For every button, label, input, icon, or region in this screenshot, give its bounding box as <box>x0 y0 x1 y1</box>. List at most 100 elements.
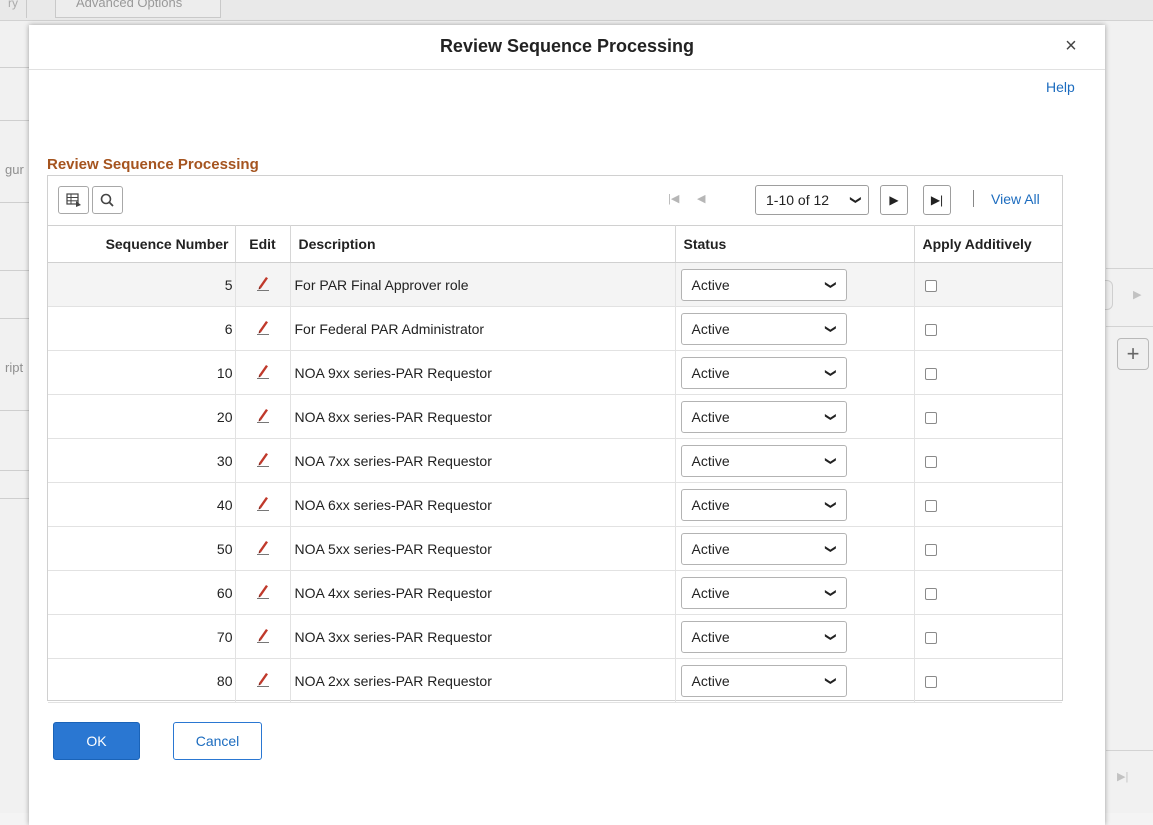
help-link[interactable]: Help <box>1046 79 1075 95</box>
pager-divider <box>973 190 974 207</box>
sequence-number-cell: 10 <box>48 350 236 395</box>
status-cell: Active ❯ <box>675 658 915 703</box>
status-select[interactable]: Active ❯ <box>680 268 847 301</box>
view-all-link[interactable]: View All <box>991 191 1040 207</box>
edit-cell <box>235 482 291 527</box>
sequence-number-cell: 70 <box>48 614 236 659</box>
edit-pencil-icon[interactable] <box>254 406 272 424</box>
sequence-number-cell: 5 <box>48 262 236 307</box>
edit-pencil-icon[interactable] <box>254 494 272 512</box>
chevron-down-icon: ❯ <box>824 631 837 642</box>
description-cell: NOA 5xx series-PAR Requestor <box>290 526 676 571</box>
status-value: Active <box>691 452 730 469</box>
first-page-icon[interactable]: |◀ <box>668 192 679 205</box>
table-body: 5 For PAR Final Approver role Active ❯ 6 For … <box>48 262 1062 703</box>
status-value: Active <box>691 320 730 337</box>
search-icon <box>100 193 114 207</box>
apply-additively-checkbox[interactable] <box>924 323 937 336</box>
apply-additively-checkbox[interactable] <box>924 279 937 292</box>
description-cell: NOA 2xx series-PAR Requestor <box>290 658 676 703</box>
apply-additively-checkbox[interactable] <box>924 675 937 688</box>
row-range-select[interactable]: 1-10 of 12 ❯ <box>755 185 869 215</box>
column-header-description[interactable]: Description <box>290 225 676 263</box>
status-select[interactable]: Active ❯ <box>680 356 847 389</box>
background-divider <box>1106 268 1153 269</box>
status-select[interactable]: Active ❯ <box>680 444 847 477</box>
status-select[interactable]: Active ❯ <box>680 400 847 433</box>
table-row: 20 NOA 8xx series-PAR Requestor Active ❯ <box>48 394 1062 439</box>
last-page-button[interactable]: ▶| <box>923 185 951 215</box>
status-value: Active <box>691 408 730 425</box>
edit-pencil-icon[interactable] <box>254 538 272 556</box>
status-cell: Active ❯ <box>675 394 915 439</box>
last-page-icon: ▶| <box>930 193 944 207</box>
modal-title: Review Sequence Processing <box>439 36 695 56</box>
status-cell: Active ❯ <box>675 306 915 351</box>
table-row: 40 NOA 6xx series-PAR Requestor Active ❯ <box>48 482 1062 527</box>
close-icon[interactable]: × <box>1061 35 1081 57</box>
background-divider <box>0 410 30 411</box>
chevron-down-icon: ❯ <box>824 499 837 510</box>
background-divider <box>0 498 30 499</box>
chevron-down-icon: ❯ <box>824 411 837 422</box>
status-value: Active <box>691 540 730 557</box>
column-header-edit: Edit <box>235 225 291 263</box>
apply-additively-checkbox[interactable] <box>924 411 937 424</box>
sequence-number-cell: 80 <box>48 658 236 703</box>
table-row: 10 NOA 9xx series-PAR Requestor Active ❯ <box>48 350 1062 395</box>
background-add-icon: + <box>1117 338 1149 370</box>
ok-button[interactable]: OK <box>53 722 140 760</box>
next-page-button[interactable]: ▶ <box>880 185 908 215</box>
column-header-apply-additively[interactable]: Apply Additively <box>914 225 1062 263</box>
find-button[interactable] <box>92 186 123 214</box>
apply-additively-cell <box>914 614 1062 659</box>
edit-pencil-icon[interactable] <box>254 274 272 292</box>
description-cell: NOA 4xx series-PAR Requestor <box>290 570 676 615</box>
edit-pencil-icon[interactable] <box>254 626 272 644</box>
apply-additively-checkbox[interactable] <box>924 631 937 644</box>
background-next-icon: ▶ <box>1133 289 1142 301</box>
status-cell: Active ❯ <box>675 526 915 571</box>
sequence-number-cell: 30 <box>48 438 236 483</box>
apply-additively-cell <box>914 438 1062 483</box>
column-header-status[interactable]: Status <box>675 225 915 263</box>
edit-pencil-icon[interactable] <box>254 362 272 380</box>
status-select[interactable]: Active ❯ <box>680 532 847 565</box>
column-header-sequence-number[interactable]: Sequence Number <box>48 225 236 263</box>
edit-pencil-icon[interactable] <box>254 450 272 468</box>
apply-additively-cell <box>914 394 1062 439</box>
background-divider <box>0 120 30 121</box>
apply-additively-checkbox[interactable] <box>924 367 937 380</box>
table-row: 80 NOA 2xx series-PAR Requestor Active ❯ <box>48 658 1062 703</box>
table-row: 70 NOA 3xx series-PAR Requestor Active ❯ <box>48 614 1062 659</box>
personalize-grid-icon <box>66 193 81 207</box>
status-cell: Active ❯ <box>675 262 915 307</box>
background-tab-bar: ry Advanced Options <box>0 0 1153 21</box>
apply-additively-checkbox[interactable] <box>924 587 937 600</box>
previous-page-icon[interactable]: ◀ <box>697 192 705 205</box>
background-last-icon: ▶| <box>1117 771 1129 783</box>
status-select[interactable]: Active ❯ <box>680 488 847 521</box>
edit-pencil-icon[interactable] <box>254 318 272 336</box>
edit-pencil-icon[interactable] <box>254 582 272 600</box>
edit-pencil-icon[interactable] <box>254 670 272 688</box>
status-select[interactable]: Active ❯ <box>680 312 847 345</box>
status-select[interactable]: Active ❯ <box>680 576 847 609</box>
background-tab-advanced-options: Advanced Options <box>55 0 221 18</box>
background-tab-stub: ry <box>8 0 27 18</box>
status-select[interactable]: Active ❯ <box>680 620 847 653</box>
apply-additively-checkbox[interactable] <box>924 543 937 556</box>
cancel-button[interactable]: Cancel <box>173 722 262 760</box>
edit-cell <box>235 526 291 571</box>
apply-additively-checkbox[interactable] <box>924 499 937 512</box>
row-range-value: 1-10 of 12 <box>766 192 830 208</box>
table-row: 60 NOA 4xx series-PAR Requestor Active ❯ <box>48 570 1062 615</box>
description-cell: For Federal PAR Administrator <box>290 306 676 351</box>
background-divider <box>0 470 30 471</box>
background-fragment-config: gur <box>5 162 24 177</box>
chevron-down-icon: ❯ <box>824 675 837 686</box>
apply-additively-checkbox[interactable] <box>924 455 937 468</box>
status-select[interactable]: Active ❯ <box>680 664 847 697</box>
personalize-button[interactable] <box>58 186 89 214</box>
background-divider <box>0 67 30 68</box>
